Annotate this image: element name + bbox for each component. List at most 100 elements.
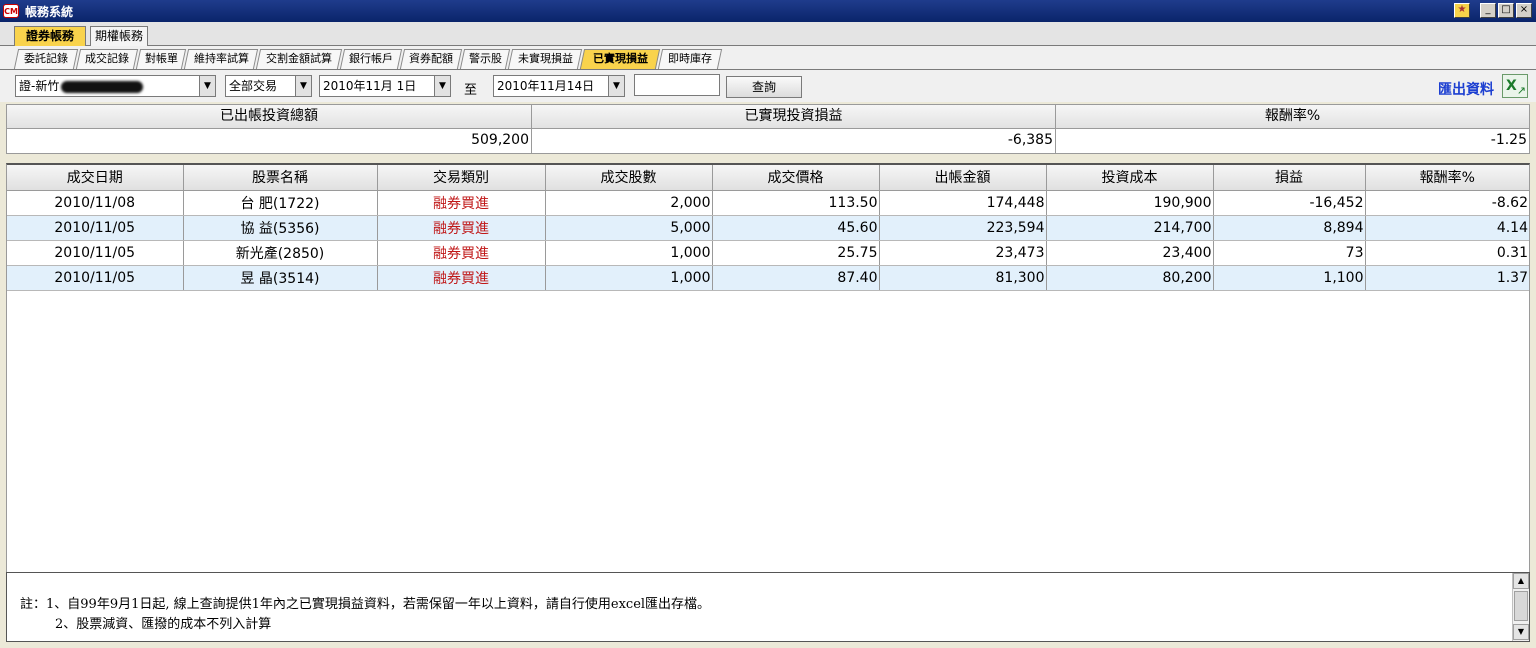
extra-input[interactable]: [634, 74, 720, 96]
cell-price: 25.75: [712, 240, 880, 266]
cell-stock-name: 台 肥(1722): [183, 190, 378, 216]
date-to-value: 2010年11月14日: [497, 79, 595, 93]
date-to-picker[interactable]: 2010年11月14日 ▼: [493, 75, 625, 97]
notes-scrollbar[interactable]: ▲ ▼: [1512, 573, 1529, 641]
note-line-2: 2、股票減資、匯撥的成本不列入計算: [55, 617, 272, 632]
cell-return-rate: 1.37: [1365, 265, 1529, 291]
col-header-shares[interactable]: 成交股數: [545, 165, 713, 191]
note-line-1: 註：1、自99年9月1日起, 線上查詢提供1年內之已實現損益資料，若需保留一年以…: [20, 597, 711, 612]
col-header-cost[interactable]: 投資成本: [1046, 165, 1214, 191]
table-header-row: 成交日期 股票名稱 交易類別 成交股數 成交價格 出帳金額 投資成本 損益 報酬…: [7, 165, 1529, 191]
cell-profit-loss: -16,452: [1213, 190, 1366, 216]
cell-shares: 5,000: [545, 215, 713, 241]
cell-trade-date: 2010/11/05: [7, 240, 184, 266]
filter-bar: 證-新竹 ▼ 全部交易 ▼ 2010年11月 1日 ▼ 至 2010年11月14…: [0, 70, 1536, 102]
date-from-picker[interactable]: 2010年11月 1日 ▼: [319, 75, 451, 97]
tab-orders[interactable]: 委託記錄: [13, 49, 79, 69]
scroll-down-icon[interactable]: ▼: [1513, 624, 1529, 640]
table-row[interactable]: 2010/11/05 昱 晶(3514) 融券買進 1,000 87.40 81…: [7, 265, 1529, 291]
export-data-link[interactable]: 匯出資料: [1438, 79, 1494, 99]
chevron-down-icon[interactable]: ▼: [608, 76, 624, 96]
maximize-button[interactable]: □: [1498, 3, 1514, 18]
cell-trade-type: 融券買進: [377, 265, 546, 291]
col-header-price[interactable]: 成交價格: [712, 165, 880, 191]
tab-alert-stocks[interactable]: 警示股: [459, 49, 511, 69]
tab-securities[interactable]: 證券帳務: [14, 26, 86, 46]
summary-header-realized-pl: 已實現投資損益: [532, 105, 1056, 128]
tab-realized-pl[interactable]: 已實現損益: [579, 49, 661, 69]
app-logo-icon: CM: [3, 4, 19, 18]
cell-cost: 80,200: [1046, 265, 1214, 291]
col-header-trade-date[interactable]: 成交日期: [7, 165, 184, 191]
minimize-button[interactable]: _: [1480, 3, 1496, 18]
cell-return-rate: -8.62: [1365, 190, 1529, 216]
cell-cost: 214,700: [1046, 215, 1214, 241]
col-header-amount[interactable]: 出帳金額: [879, 165, 1047, 191]
chevron-down-icon[interactable]: ▼: [199, 76, 215, 96]
summary-return-rate: -1.25: [1490, 132, 1527, 148]
col-header-profit-loss[interactable]: 損益: [1213, 165, 1366, 191]
scroll-thumb[interactable]: [1514, 591, 1528, 621]
cell-amount: 23,473: [879, 240, 1047, 266]
cell-amount: 81,300: [879, 265, 1047, 291]
summary-header-return-rate: 報酬率%: [1264, 108, 1321, 124]
cell-shares: 1,000: [545, 240, 713, 266]
col-header-stock-name[interactable]: 股票名稱: [183, 165, 378, 191]
top-tab-bar: 證券帳務 期權帳務: [0, 22, 1536, 46]
cell-trade-date: 2010/11/08: [7, 190, 184, 216]
cell-trade-date: 2010/11/05: [7, 215, 184, 241]
tab-bank-account[interactable]: 銀行帳戶: [339, 49, 403, 69]
tab-maintenance-ratio[interactable]: 維持率試算: [183, 49, 259, 69]
close-button[interactable]: ×: [1516, 3, 1532, 18]
table-row[interactable]: 2010/11/05 協 益(5356) 融券買進 5,000 45.60 22…: [7, 215, 1529, 241]
query-button[interactable]: 查詢: [726, 76, 802, 98]
summary-header-total-invested: 已出帳投資總額: [7, 105, 532, 128]
window-title: 帳務系統: [25, 4, 74, 19]
notes-panel: 註：1、自99年9月1日起, 線上查詢提供1年內之已實現損益資料，若需保留一年以…: [6, 572, 1530, 642]
cell-trade-date: 2010/11/05: [7, 265, 184, 291]
title-bar: CM 帳務系統 ★ _ □ ×: [0, 0, 1536, 22]
table-row[interactable]: 2010/11/08 台 肥(1722) 融券買進 2,000 113.50 1…: [7, 190, 1529, 216]
excel-export-icon[interactable]: X ↗: [1502, 74, 1528, 98]
cell-stock-name: 新光產(2850): [183, 240, 378, 266]
cell-price: 45.60: [712, 215, 880, 241]
chevron-down-icon[interactable]: ▼: [434, 76, 450, 96]
cell-trade-type: 融券買進: [377, 240, 546, 266]
star-icon[interactable]: ★: [1454, 3, 1470, 18]
cell-stock-name: 昱 晶(3514): [183, 265, 378, 291]
cell-amount: 174,448: [879, 190, 1047, 216]
summary-realized-pl: -6,385: [532, 129, 1056, 153]
tab-trades[interactable]: 成交記錄: [75, 49, 139, 69]
tab-unrealized-pl[interactable]: 未實現損益: [507, 49, 583, 69]
trade-type-select[interactable]: 全部交易 ▼: [225, 75, 312, 97]
realized-pl-table: 成交日期 股票名稱 交易類別 成交股數 成交價格 出帳金額 投資成本 損益 報酬…: [6, 163, 1530, 572]
trade-type-value: 全部交易: [229, 79, 278, 93]
account-select[interactable]: 證-新竹 ▼: [15, 75, 216, 97]
tab-statement[interactable]: 對帳單: [135, 49, 187, 69]
chevron-down-icon[interactable]: ▼: [295, 76, 311, 96]
cell-return-rate: 4.14: [1365, 215, 1529, 241]
summary-header-row: 已出帳投資總額 已實現投資損益 報酬率%: [7, 105, 1529, 129]
window-controls: ★ _ □ ×: [1454, 3, 1532, 18]
col-header-return-rate[interactable]: 報酬率%: [1365, 165, 1529, 191]
cell-return-rate: 0.31: [1365, 240, 1529, 266]
tab-futures[interactable]: 期權帳務: [90, 26, 148, 46]
account-value: 證-新竹: [19, 79, 60, 93]
date-from-value: 2010年11月 1日: [323, 79, 417, 93]
cell-cost: 190,900: [1046, 190, 1214, 216]
table-row[interactable]: 2010/11/05 新光產(2850) 融券買進 1,000 25.75 23…: [7, 240, 1529, 266]
cell-profit-loss: 8,894: [1213, 215, 1366, 241]
tab-realtime-inventory[interactable]: 即時庫存: [657, 49, 723, 69]
scroll-up-icon[interactable]: ▲: [1513, 573, 1529, 589]
cell-trade-type: 融券買進: [377, 190, 546, 216]
cell-stock-name: 協 益(5356): [183, 215, 378, 241]
tab-margin-quota[interactable]: 資券配額: [399, 49, 463, 69]
cell-trade-type: 融券買進: [377, 215, 546, 241]
summary-total-invested: 509,200: [7, 129, 532, 153]
tab-settlement-calc[interactable]: 交割金額試算: [255, 49, 343, 69]
cell-amount: 223,594: [879, 215, 1047, 241]
col-header-trade-type[interactable]: 交易類別: [377, 165, 546, 191]
cell-profit-loss: 73: [1213, 240, 1366, 266]
cell-profit-loss: 1,100: [1213, 265, 1366, 291]
redacted-account-mask: [61, 80, 144, 93]
